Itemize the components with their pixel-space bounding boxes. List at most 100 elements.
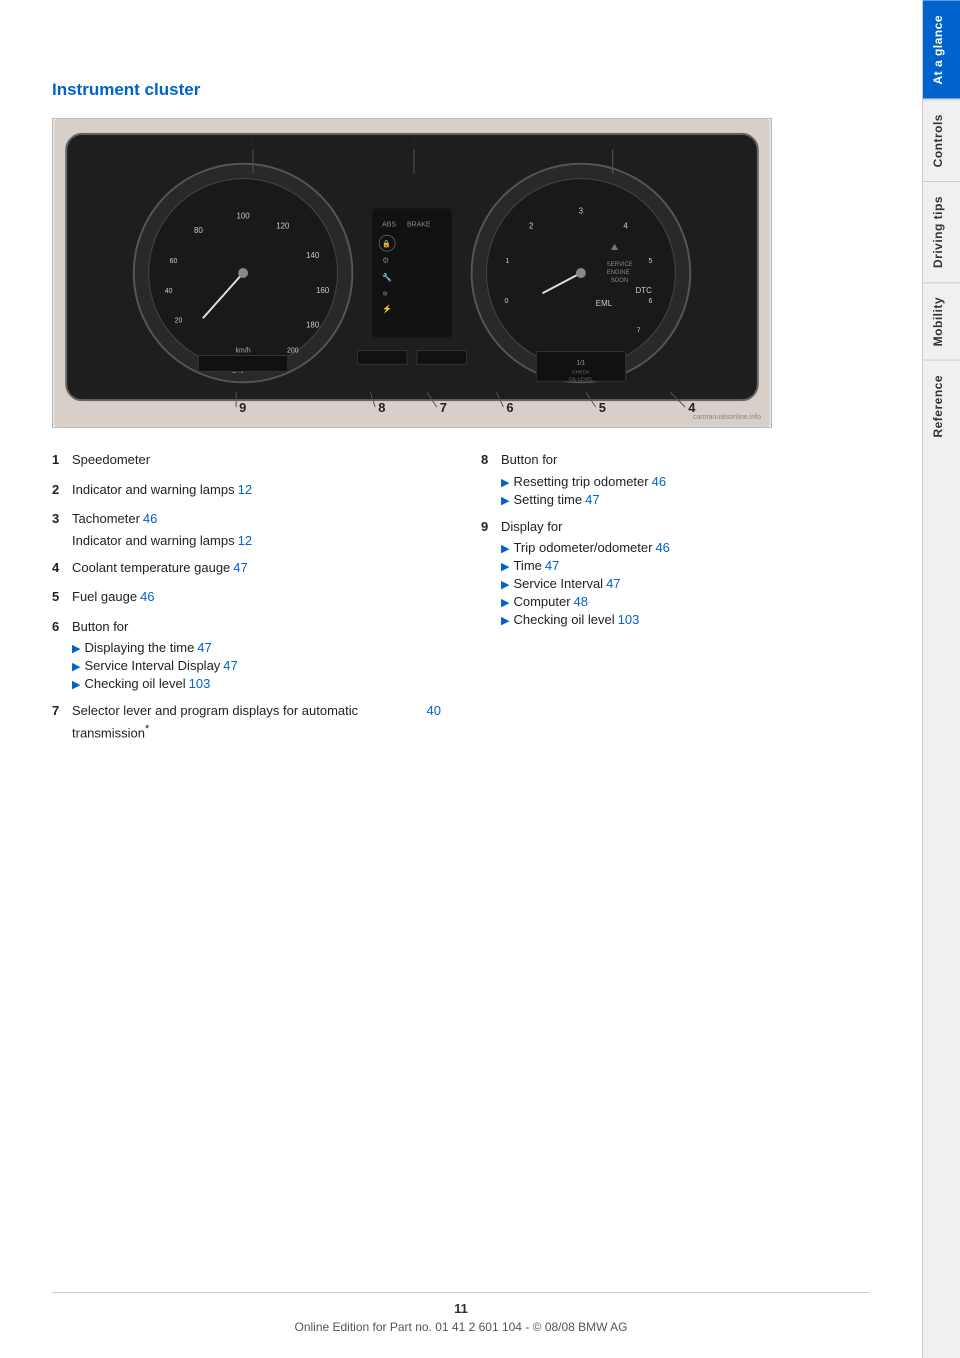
item-link[interactable]: 47 bbox=[606, 576, 620, 591]
item-link[interactable]: 46 bbox=[143, 509, 157, 529]
svg-text:2: 2 bbox=[410, 134, 417, 149]
arrow-icon: ▶ bbox=[72, 642, 80, 655]
item-text: Checking oil level bbox=[84, 676, 185, 691]
svg-text:❄: ❄ bbox=[382, 290, 388, 298]
item-text: Button for bbox=[501, 450, 557, 470]
item-text: Coolant temperature gauge bbox=[72, 558, 230, 578]
svg-text:🔧: 🔧 bbox=[382, 272, 392, 282]
item-text: Selector lever and program displays for … bbox=[72, 701, 424, 742]
sidebar-tab-reference[interactable]: Reference bbox=[923, 360, 960, 452]
item-text: Checking oil level bbox=[513, 612, 614, 627]
left-column: 1 Speedometer 2 Indicator and warning la… bbox=[52, 450, 441, 752]
cluster-diagram: 100 80 60 40 20 120 140 160 180 200 220 … bbox=[53, 119, 771, 427]
svg-text:2: 2 bbox=[529, 221, 534, 230]
sub-item: ▶ Checking oil level 103 bbox=[501, 612, 870, 627]
svg-text:4: 4 bbox=[688, 400, 696, 415]
item-text: Trip odometer/odometer bbox=[513, 540, 652, 555]
item-link[interactable]: 46 bbox=[655, 540, 669, 555]
sidebar-tab-controls[interactable]: Controls bbox=[923, 99, 960, 181]
item-text: Resetting trip odometer bbox=[513, 474, 648, 489]
svg-text:5: 5 bbox=[649, 258, 653, 265]
footer-text: Online Edition for Part no. 01 41 2 601 … bbox=[52, 1320, 870, 1334]
item-7: 7 Selector lever and program displays fo… bbox=[52, 701, 441, 742]
item-number: 3 bbox=[52, 509, 72, 529]
arrow-icon: ▶ bbox=[72, 678, 80, 691]
item-text: Setting time bbox=[513, 492, 582, 507]
item-link[interactable]: 47 bbox=[197, 640, 211, 655]
arrow-icon: ▶ bbox=[501, 476, 509, 489]
arrow-icon: ▶ bbox=[501, 614, 509, 627]
svg-text:SOON: SOON bbox=[611, 278, 629, 284]
item-text: Display for bbox=[501, 517, 562, 537]
arrow-icon: ▶ bbox=[501, 596, 509, 609]
sub-item: Indicator and warning lamps 12 bbox=[72, 533, 441, 548]
svg-text:3: 3 bbox=[609, 134, 616, 149]
item-link[interactable]: 103 bbox=[618, 612, 640, 627]
sub-item: ▶ Service Interval 47 bbox=[501, 576, 870, 591]
item-number: 5 bbox=[52, 587, 72, 607]
svg-text:6: 6 bbox=[649, 298, 653, 305]
item-5: 5 Fuel gauge 46 bbox=[52, 587, 441, 607]
svg-text:7: 7 bbox=[440, 400, 447, 415]
svg-text:20: 20 bbox=[175, 318, 183, 325]
item-8: 8 Button for ▶ Resetting trip odometer 4… bbox=[481, 450, 870, 507]
svg-text:SERVICE: SERVICE bbox=[607, 262, 633, 268]
item-list: 1 Speedometer 2 Indicator and warning la… bbox=[52, 450, 870, 752]
item-link[interactable]: 12 bbox=[238, 533, 252, 548]
section-title: Instrument cluster bbox=[52, 80, 870, 100]
svg-text:8: 8 bbox=[378, 400, 385, 415]
item-link[interactable]: 46 bbox=[652, 474, 666, 489]
svg-text:160: 160 bbox=[316, 286, 330, 295]
item-text: Computer bbox=[513, 594, 570, 609]
sidebar-tab-at-a-glance[interactable]: At a glance bbox=[923, 0, 960, 99]
item-text: Service Interval Display bbox=[84, 658, 220, 673]
item-link[interactable]: 47 bbox=[585, 492, 599, 507]
cluster-watermark: carmanualsonline.info bbox=[693, 414, 761, 421]
right-column: 8 Button for ▶ Resetting trip odometer 4… bbox=[481, 450, 870, 752]
item-link[interactable]: 47 bbox=[223, 658, 237, 673]
svg-text:1: 1 bbox=[505, 258, 509, 265]
svg-text:6: 6 bbox=[506, 400, 513, 415]
item-link[interactable]: 46 bbox=[140, 587, 154, 607]
item-link[interactable]: 47 bbox=[233, 558, 247, 578]
item-number: 1 bbox=[52, 450, 72, 470]
svg-text:ABS: ABS bbox=[382, 221, 396, 228]
arrow-icon: ▶ bbox=[501, 494, 509, 507]
sub-item: ▶ Displaying the time 47 bbox=[72, 640, 441, 655]
item-number: 6 bbox=[52, 617, 72, 637]
svg-text:4: 4 bbox=[623, 221, 628, 230]
item-link[interactable]: 40 bbox=[427, 701, 441, 721]
item-text: Time bbox=[513, 558, 541, 573]
item-4: 4 Coolant temperature gauge 47 bbox=[52, 558, 441, 578]
svg-text:CHECK: CHECK bbox=[572, 369, 590, 375]
item-text: Displaying the time bbox=[84, 640, 194, 655]
item-text: Speedometer bbox=[72, 450, 150, 470]
item-number: 8 bbox=[481, 450, 501, 470]
item-text: Fuel gauge bbox=[72, 587, 137, 607]
cluster-image: 100 80 60 40 20 120 140 160 180 200 220 … bbox=[52, 118, 772, 428]
svg-text:140: 140 bbox=[306, 251, 320, 260]
item-link[interactable]: 48 bbox=[574, 594, 588, 609]
arrow-icon: ▶ bbox=[72, 660, 80, 673]
svg-text:200: 200 bbox=[287, 347, 299, 354]
item-1: 1 Speedometer bbox=[52, 450, 441, 470]
svg-text:40: 40 bbox=[165, 288, 173, 295]
sub-item: ▶ Computer 48 bbox=[501, 594, 870, 609]
item-link[interactable]: 47 bbox=[545, 558, 559, 573]
svg-text:1/1: 1/1 bbox=[577, 360, 586, 366]
svg-text:DTC: DTC bbox=[636, 286, 653, 295]
sub-item: ▶ Time 47 bbox=[501, 558, 870, 573]
item-text: Service Interval bbox=[513, 576, 603, 591]
item-link[interactable]: 12 bbox=[238, 480, 252, 500]
sidebar-tab-mobility[interactable]: Mobility bbox=[923, 282, 960, 360]
svg-text:9: 9 bbox=[239, 400, 246, 415]
svg-text:⚡: ⚡ bbox=[382, 304, 392, 314]
arrow-icon: ▶ bbox=[501, 542, 509, 555]
footer: 11 Online Edition for Part no. 01 41 2 6… bbox=[52, 1292, 870, 1334]
sidebar-tab-driving-tips[interactable]: Driving tips bbox=[923, 181, 960, 282]
svg-text:km/h: km/h bbox=[236, 347, 251, 354]
svg-text:⚙: ⚙ bbox=[382, 256, 389, 265]
arrow-icon: ▶ bbox=[501, 560, 509, 573]
item-link[interactable]: 103 bbox=[189, 676, 211, 691]
svg-text:1: 1 bbox=[248, 134, 255, 149]
